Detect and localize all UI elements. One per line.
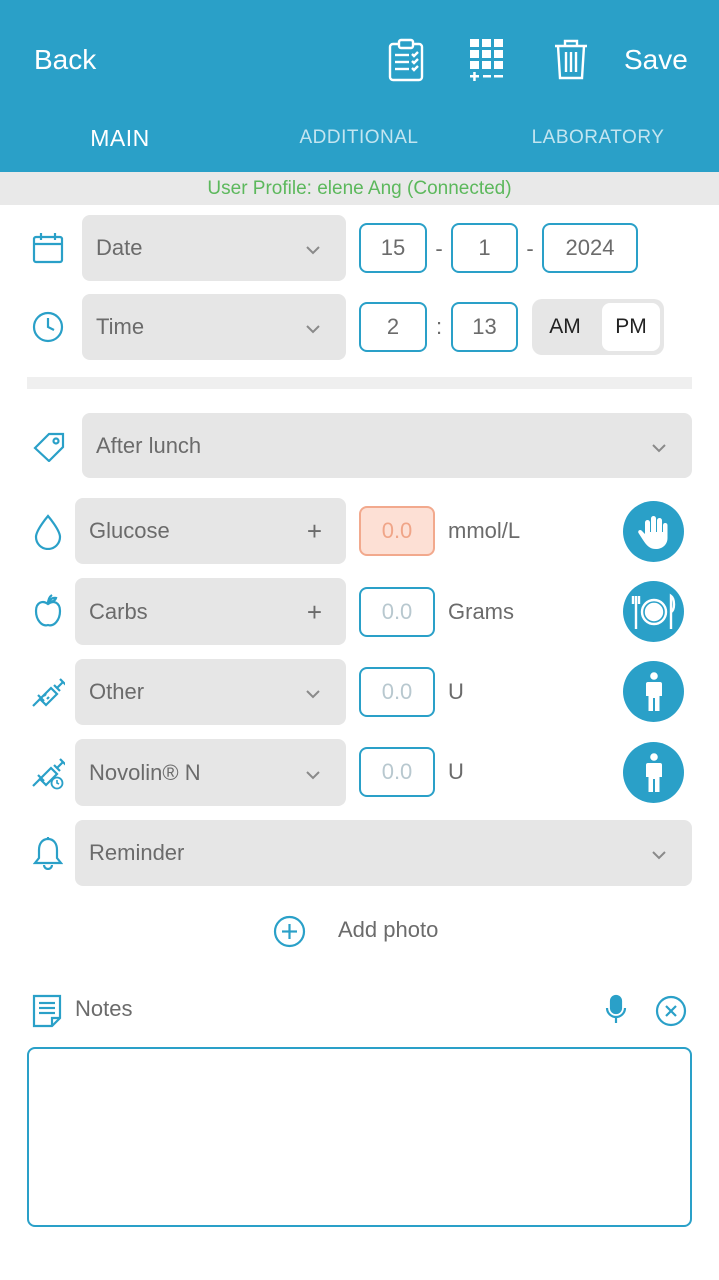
carbs-value-input[interactable]: 0.0 bbox=[359, 587, 435, 637]
pm-option[interactable]: PM bbox=[602, 303, 660, 351]
notes-icon bbox=[32, 994, 62, 1028]
meal-tag-select[interactable]: After lunch bbox=[82, 413, 692, 478]
date-separator: - bbox=[526, 236, 534, 261]
hand-icon[interactable] bbox=[623, 501, 684, 562]
chevron-down-icon bbox=[650, 437, 668, 463]
apple-icon bbox=[33, 594, 63, 630]
back-button[interactable]: Back bbox=[34, 40, 96, 80]
tab-laboratory[interactable]: LABORATORY bbox=[518, 123, 678, 153]
drop-icon bbox=[33, 514, 63, 550]
chevron-down-icon bbox=[304, 239, 322, 265]
day-input[interactable]: 15 bbox=[359, 223, 427, 273]
tab-main[interactable]: MAIN bbox=[60, 123, 180, 153]
date-select-label: Date bbox=[96, 235, 143, 260]
add-circle-icon[interactable] bbox=[273, 915, 306, 948]
carbs-field[interactable]: Carbs + bbox=[75, 578, 346, 645]
keypad-grid-icon[interactable] bbox=[469, 38, 505, 82]
microphone-icon[interactable] bbox=[604, 994, 628, 1026]
person-icon[interactable] bbox=[623, 742, 684, 803]
syringe-clock-icon bbox=[31, 754, 65, 790]
year-input[interactable]: 2024 bbox=[542, 223, 638, 273]
date-select[interactable]: Date bbox=[82, 215, 346, 281]
user-profile-status: User Profile: elene Ang (Connected) bbox=[0, 172, 719, 205]
novolin-unit: U bbox=[448, 759, 464, 784]
time-select-label: Time bbox=[96, 314, 145, 339]
save-button[interactable]: Save bbox=[624, 40, 688, 80]
novolin-select[interactable]: Novolin® N bbox=[75, 739, 346, 806]
other-insulin-select[interactable]: Other bbox=[75, 659, 346, 725]
clear-circle-icon[interactable] bbox=[655, 995, 687, 1027]
person-icon[interactable] bbox=[623, 661, 684, 722]
section-divider bbox=[27, 377, 692, 389]
date-separator: - bbox=[435, 236, 443, 261]
other-insulin-value-input[interactable]: 0.0 bbox=[359, 667, 435, 717]
month-input[interactable]: 1 bbox=[451, 223, 518, 273]
carbs-label: Carbs bbox=[89, 598, 148, 624]
glucose-value-input[interactable]: 0.0 bbox=[359, 506, 435, 556]
am-option[interactable]: AM bbox=[536, 303, 594, 351]
glucose-label: Glucose bbox=[89, 518, 170, 543]
time-select[interactable]: Time bbox=[82, 294, 346, 360]
novolin-value-input[interactable]: 0.0 bbox=[359, 747, 435, 797]
bell-icon bbox=[33, 836, 63, 870]
calendar-icon bbox=[32, 232, 64, 264]
plus-icon: + bbox=[306, 516, 322, 546]
plate-cutlery-icon[interactable] bbox=[623, 581, 684, 642]
time-separator: : bbox=[435, 314, 443, 339]
glucose-field[interactable]: Glucose + bbox=[75, 498, 346, 564]
other-insulin-unit: U bbox=[448, 679, 464, 704]
hour-input[interactable]: 2 bbox=[359, 302, 427, 352]
reminder-select[interactable]: Reminder bbox=[75, 820, 692, 886]
plus-icon: + bbox=[306, 596, 322, 627]
other-insulin-label: Other bbox=[89, 679, 145, 704]
notes-label: Notes bbox=[75, 996, 133, 1021]
syringe-icon bbox=[31, 674, 65, 708]
tag-icon bbox=[32, 430, 66, 462]
carbs-unit: Grams bbox=[448, 599, 514, 624]
clock-icon bbox=[32, 311, 64, 343]
novolin-label: Novolin® N bbox=[89, 759, 201, 785]
chevron-down-icon bbox=[650, 844, 668, 870]
meal-tag-value: After lunch bbox=[96, 432, 202, 458]
reminder-label: Reminder bbox=[89, 840, 185, 865]
minute-input[interactable]: 13 bbox=[451, 302, 518, 352]
tab-additional[interactable]: ADDITIONAL bbox=[279, 123, 439, 153]
notes-textarea[interactable] bbox=[27, 1047, 692, 1227]
chevron-down-icon bbox=[304, 764, 322, 790]
glucose-unit: mmol/L bbox=[448, 518, 521, 543]
add-photo-button[interactable]: Add photo bbox=[338, 917, 438, 943]
chevron-down-icon bbox=[304, 318, 322, 344]
clipboard-checklist-icon[interactable] bbox=[388, 38, 424, 82]
trash-icon[interactable] bbox=[553, 38, 589, 80]
chevron-down-icon bbox=[304, 683, 322, 709]
